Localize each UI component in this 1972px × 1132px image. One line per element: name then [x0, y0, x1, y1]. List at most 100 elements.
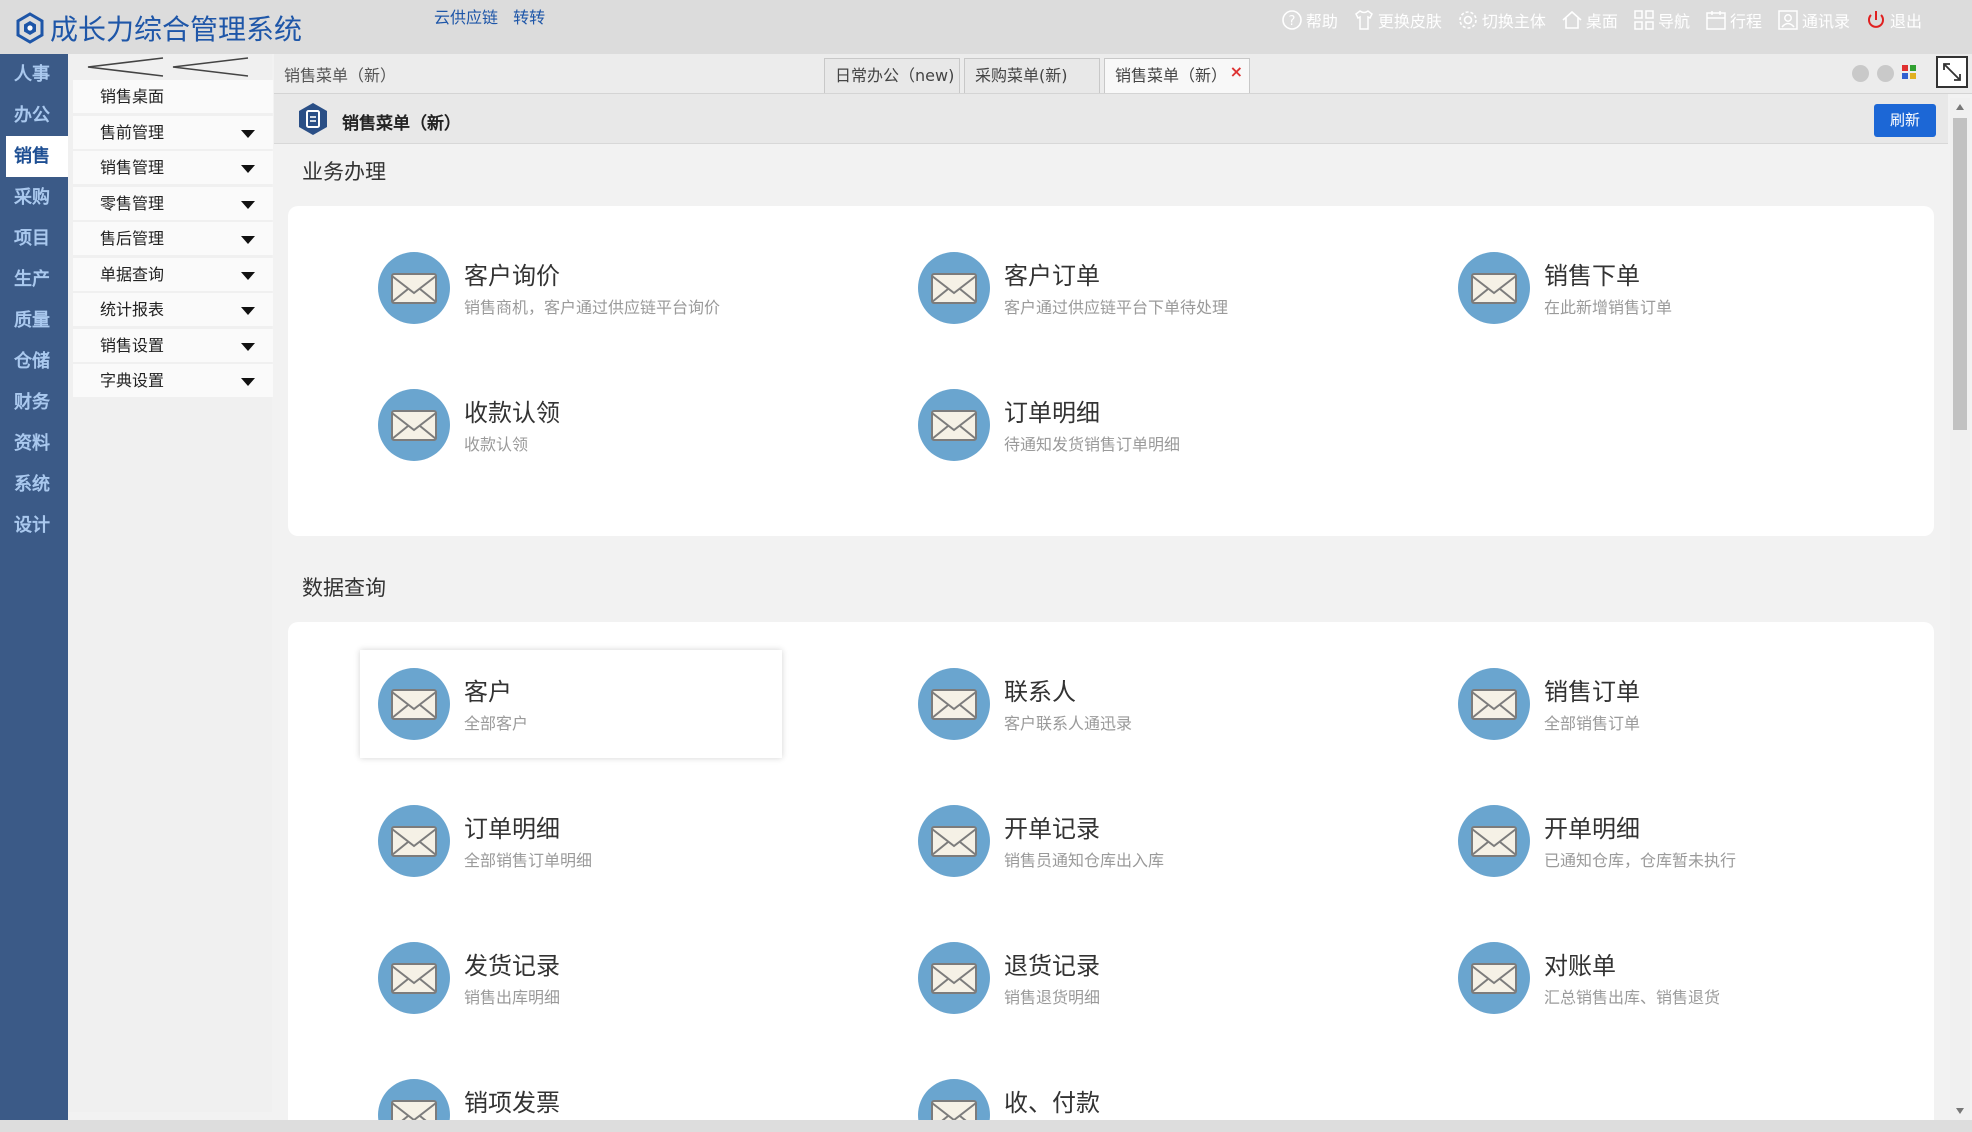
mail-icon	[378, 1079, 450, 1120]
scroll-thumb[interactable]	[1953, 118, 1967, 430]
card-statement[interactable]: 对账单 汇总销售出库、销售退货	[1440, 924, 1862, 1032]
vertical-scrollbar[interactable]	[1950, 98, 1970, 1120]
link-zhuanzhuan[interactable]: 转转	[513, 8, 545, 27]
mail-icon	[378, 252, 450, 324]
section-title-business: 业务办理	[302, 160, 386, 184]
mail-icon	[918, 805, 990, 877]
switch-entity-button[interactable]: 切换主体	[1456, 8, 1546, 32]
caret-down-icon	[241, 342, 255, 351]
svg-text:?: ?	[1288, 14, 1295, 29]
module-finance[interactable]: 财务	[0, 382, 68, 423]
tab-sales-menu[interactable]: 销售菜单（新） ×	[1104, 58, 1250, 93]
top-header: 成长力综合管理系统 云供应链 转转 ? 帮助 更换皮肤 切换主体 桌面 导航 行…	[0, 0, 1972, 54]
tab-daily-office[interactable]: 日常办公（new)	[824, 58, 960, 93]
top-links: 云供应链 转转	[434, 4, 555, 28]
scroll-down-icon[interactable]	[1956, 1108, 1964, 1114]
mail-icon	[918, 942, 990, 1014]
card-order-detail-pending[interactable]: 订单明细 待通知发货销售订单明细	[900, 371, 1322, 479]
document-icon	[299, 103, 327, 135]
card-sales-orders[interactable]: 销售订单 全部销售订单	[1440, 650, 1862, 758]
tab-next-icon[interactable]	[1877, 65, 1894, 82]
navigation-button[interactable]: 导航	[1632, 8, 1690, 32]
caret-down-icon	[241, 378, 255, 386]
submenu-doc-query[interactable]: 单据查询	[73, 257, 273, 291]
card-billing-records[interactable]: 开单记录 销售员通知仓库出入库	[900, 787, 1322, 895]
shirt-icon	[1354, 10, 1373, 30]
logout-button[interactable]: 退出	[1864, 8, 1922, 32]
scroll-up-icon[interactable]	[1956, 104, 1964, 110]
contacts-button[interactable]: 通讯录	[1776, 8, 1850, 32]
logo-icon	[16, 12, 44, 44]
card-order-details[interactable]: 订单明细 全部销售订单明细	[360, 787, 782, 895]
windows-icon[interactable]	[1901, 64, 1917, 80]
tab-strip: 销售菜单（新） 日常办公（new) 采购菜单(新) 销售菜单（新） ×	[274, 54, 1972, 94]
close-tab-icon[interactable]: ×	[1230, 55, 1243, 89]
app-logo[interactable]: 成长力综合管理系统	[14, 8, 302, 48]
caret-down-icon	[241, 200, 255, 209]
caret-down-icon	[241, 307, 255, 315]
submenu-retail[interactable]: 零售管理	[73, 186, 273, 220]
card-billing-details[interactable]: 开单明细 已通知仓库，仓库暂未执行	[1440, 787, 1862, 895]
tab-purchase-menu[interactable]: 采购菜单(新)	[964, 58, 1100, 93]
caret-down-icon	[241, 165, 255, 173]
module-nav: 人事 办公 销售 采购 项目 生产 质量 仓储 财务 资料 系统 设计	[0, 54, 68, 1132]
submenu-reports[interactable]: 统计报表	[73, 293, 273, 326]
sub-menu: 销售桌面 售前管理 销售管理 零售管理 售后管理 单据查询 统计报表 销售设置 …	[68, 54, 273, 1112]
card-customer-order[interactable]: 客户订单 客户通过供应链平台下单待处理	[900, 234, 1322, 342]
module-quality[interactable]: 质量	[0, 300, 68, 341]
card-shipping-records[interactable]: 发货记录 销售出库明细	[360, 924, 782, 1032]
schedule-button[interactable]: 行程	[1704, 8, 1762, 32]
card-customers[interactable]: 客户 全部客户	[360, 650, 782, 758]
submenu-aftersales[interactable]: 售后管理	[73, 222, 273, 255]
caret-down-icon	[241, 129, 255, 138]
page-title: 销售菜单（新）	[342, 114, 461, 134]
mail-icon	[918, 252, 990, 324]
card-sales-invoice[interactable]: 销项发票	[360, 1061, 782, 1120]
module-purchase[interactable]: 采购	[0, 177, 68, 218]
query-panel: 客户 全部客户 联系人 客户联系人通迅录 销售订单 全部销售订单 订单明细 全部…	[288, 622, 1934, 1120]
module-project[interactable]: 项目	[0, 218, 68, 259]
mail-icon	[378, 389, 450, 461]
mail-icon	[1458, 805, 1530, 877]
tab-prev-icon[interactable]	[1852, 65, 1869, 82]
caret-down-icon	[241, 271, 255, 280]
link-cloud-supply[interactable]: 云供应链	[434, 8, 498, 27]
module-system[interactable]: 系统	[0, 464, 68, 505]
module-data[interactable]: 资料	[0, 423, 68, 464]
module-sales[interactable]: 销售	[6, 136, 68, 177]
module-hr[interactable]: 人事	[0, 54, 68, 95]
refresh-button[interactable]: 刷新	[1874, 104, 1936, 137]
gear-icon	[1459, 11, 1477, 29]
module-warehouse[interactable]: 仓储	[0, 341, 68, 382]
submenu-dictionary[interactable]: 字典设置	[73, 364, 273, 397]
card-return-records[interactable]: 退货记录 销售退货明细	[900, 924, 1322, 1032]
help-icon: ?	[1282, 10, 1302, 30]
section-title-query: 数据查询	[302, 576, 386, 600]
calendar-icon	[1706, 11, 1726, 30]
card-payment-claim[interactable]: 收款认领 收款认领	[360, 371, 782, 479]
contact-icon	[1778, 10, 1798, 30]
mail-icon	[918, 1079, 990, 1120]
submenu-sales-settings[interactable]: 销售设置	[73, 328, 273, 362]
module-design[interactable]: 设计	[0, 505, 68, 546]
app-title: 成长力综合管理系统	[50, 13, 303, 46]
module-production[interactable]: 生产	[0, 259, 68, 300]
mail-icon	[378, 805, 450, 877]
card-customer-inquiry[interactable]: 客户询价 销售商机，客户通过供应链平台询价	[360, 234, 782, 342]
change-skin-button[interactable]: 更换皮肤	[1352, 8, 1442, 32]
submenu-presales[interactable]: 售前管理	[73, 115, 273, 149]
card-contacts[interactable]: 联系人 客户联系人通迅录	[900, 650, 1322, 758]
fullscreen-button[interactable]	[1936, 56, 1968, 88]
card-sales-order-create[interactable]: 销售下单 在此新增销售订单	[1440, 234, 1862, 342]
help-button[interactable]: ? 帮助	[1280, 8, 1338, 32]
mail-icon	[1458, 252, 1530, 324]
card-receipts-payments[interactable]: 收、付款	[900, 1061, 1322, 1120]
double-arrow-left-icon	[87, 57, 249, 77]
power-icon	[1868, 11, 1884, 28]
page-header: 销售菜单（新） 刷新	[274, 94, 1948, 144]
desktop-button[interactable]: 桌面	[1560, 8, 1618, 32]
module-office[interactable]: 办公	[0, 95, 68, 136]
submenu-sales-desktop[interactable]: 销售桌面	[73, 80, 273, 113]
collapse-menu-button[interactable]	[68, 54, 272, 80]
submenu-sales-manage[interactable]: 销售管理	[73, 151, 273, 184]
